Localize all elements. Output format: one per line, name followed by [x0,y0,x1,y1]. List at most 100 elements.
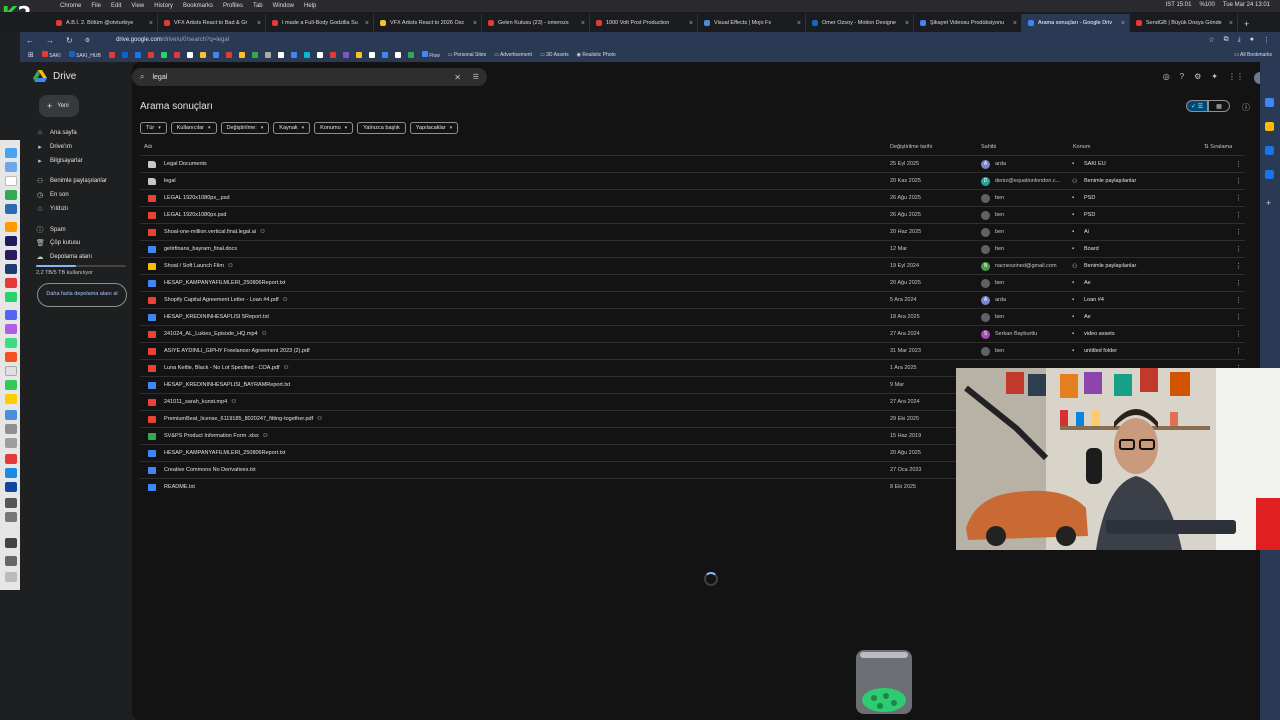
tab-close-icon[interactable]: × [1229,20,1233,27]
browser-tab[interactable]: Gelen Kutusu (23) - omerozs × [482,14,590,32]
browser-tab[interactable]: I made a Full-Body Godzilla Su × [266,14,374,32]
more-actions-icon[interactable]: ⋮ [1235,211,1242,219]
menu-window[interactable]: Window [273,3,294,9]
file-location[interactable]: video assets [1084,331,1115,337]
browser-tab[interactable]: SendGB | Büyük Dosya Gönde × [1130,14,1238,32]
dock-trash-icon[interactable] [5,572,17,582]
get-more-storage-button[interactable]: Daha fazla depolama alanı al [37,283,127,307]
gemini-icon[interactable]: ✦ [1211,72,1218,84]
dock-app-7[interactable] [5,324,17,334]
more-actions-icon[interactable]: ⋮ [1235,330,1242,338]
back-icon[interactable]: ← [26,36,34,45]
download-icon[interactable]: ⤓ [1238,36,1241,44]
dock-app-6[interactable] [5,310,17,320]
sidebar-item-home[interactable]: ⌂ Ana sayfa [36,129,77,136]
dock-app-10[interactable] [5,366,17,376]
dock-app-21[interactable] [5,538,17,548]
sidebar-item-spam[interactable]: ⓘ Spam [36,225,66,235]
reload-icon[interactable]: ↻ [66,36,73,45]
menu-chrome[interactable]: Chrome [60,3,81,9]
file-row[interactable]: Legal Documents 25 Eyl 2025 Aarda ▪ SAKI EU ⋮ [140,155,1245,172]
column-name[interactable]: Adı [144,144,152,150]
dock-app-16[interactable] [5,454,17,464]
drive-logo[interactable]: Drive [33,70,76,82]
more-actions-icon[interactable]: ⋮ [1235,296,1242,304]
filter-chip[interactable]: Değiştirilme: ▾ [220,122,270,134]
browser-tab[interactable]: VFX Artists React to Bad & Gr × [158,14,266,32]
browser-tab[interactable]: Omer Ozsoy - Motion Designe × [806,14,914,32]
menu-help[interactable]: Help [304,3,316,9]
tab-close-icon[interactable]: × [797,20,801,27]
bookmark-flow[interactable]: Flow [421,51,440,59]
tab-close-icon[interactable]: × [473,20,477,27]
browser-tab[interactable]: Visual Effects | Mojo Fx × [698,14,806,32]
grid-view-button[interactable]: ▦ [1208,100,1230,112]
more-actions-icon[interactable]: ⋮ [1235,160,1242,168]
file-row[interactable]: LEGAL 1920x1080px_.psd 26 Ağu 2025 ben ▪ PSD… [140,189,1245,206]
dock-app-15[interactable] [5,438,17,448]
tab-close-icon[interactable]: × [905,20,909,27]
file-row[interactable]: Shopify Capital Agreement Letter - Loan … [140,291,1245,308]
file-location[interactable]: untitled folder [1084,348,1117,354]
dock-app-finder[interactable] [5,148,17,158]
file-row[interactable]: HESAP_KAMPANYAFILMLERI_250806Report.txt 2… [140,274,1245,291]
clear-search-icon[interactable]: ✕ [454,73,461,82]
dock-app-17[interactable] [5,468,17,478]
menu-profiles[interactable]: Profiles [223,3,243,9]
offline-status-icon[interactable]: ◎ [1163,72,1170,84]
dock-app-14[interactable] [5,424,17,434]
bookmark-realistic-photo[interactable]: ◉ Realistic Photo [577,52,616,58]
column-owner[interactable]: Sahibi [981,144,996,150]
browser-tab[interactable]: Arama sonuçları - Google Driv × [1022,14,1130,32]
dock-app-20[interactable] [5,512,17,522]
dock-app-18[interactable] [5,482,17,492]
file-location[interactable]: Ai [1084,229,1089,235]
dock-app-22[interactable] [5,556,17,566]
dock-app-chrome[interactable] [5,190,17,200]
file-row[interactable]: legal 20 Kas 2025 Ddeniz@equationlondon.c.… [140,172,1245,189]
bookmark-star-icon[interactable]: ☆ [1208,36,1214,44]
tab-close-icon[interactable]: × [1013,20,1017,27]
new-tab-button[interactable]: + [1244,19,1249,29]
sidebar-item-trash[interactable]: 🗑 Çöp kutusu [36,239,80,247]
browser-tab[interactable]: Şikayet Videosu Prodüksiyonu × [914,14,1022,32]
sort-button[interactable]: ⇅ Sıralama [1204,144,1232,150]
add-on-plus-icon[interactable]: + [1266,198,1271,208]
sidebar-item-recent[interactable]: ◷ En son [36,191,69,199]
more-actions-icon[interactable]: ⋮ [1235,262,1242,270]
more-actions-icon[interactable]: ⋮ [1235,177,1242,185]
all-bookmarks[interactable]: ▭ All Bookmarks [1234,52,1272,58]
search-options-icon[interactable]: ☰ [473,73,479,81]
tab-close-icon[interactable]: × [1121,20,1125,27]
browser-tab[interactable]: VFX Artists React to 2026 Osc × [374,14,482,32]
filter-chip[interactable]: Yalnızca başlık [357,122,406,134]
bookmark-folder-3d-assets[interactable]: ▭ 3D Assets [540,52,569,58]
dock-app-5[interactable] [5,292,17,302]
dock-app-4[interactable] [5,278,17,288]
filter-chip[interactable]: Kaynak ▾ [273,122,311,134]
file-location[interactable]: Ae [1084,314,1091,320]
tab-close-icon[interactable]: × [689,20,693,27]
dock-app-9[interactable] [5,352,17,362]
site-info-icon[interactable]: ⚙ [85,37,90,44]
chrome-menu-icon[interactable]: ⋮ [1263,36,1270,44]
sidebar-item-shared[interactable]: ⚇ Benimle paylaşılanlar [36,177,107,185]
file-location[interactable]: Benimle paylaşılanlar [1084,263,1136,269]
profile-avatar[interactable]: ● [1250,36,1254,44]
tab-close-icon[interactable]: × [257,20,261,27]
contacts-icon[interactable] [1265,170,1274,179]
new-button[interactable]: + Yeni [39,95,79,117]
file-location[interactable]: SAKI EU [1084,161,1106,167]
menu-tab[interactable]: Tab [253,3,263,9]
browser-tab[interactable]: A.B.İ. 2. Bölüm @otvturkiye × [50,14,158,32]
file-row[interactable]: ASIYE AYDINLI_GIPHY Freelancer Agreement… [140,342,1245,359]
search-bar[interactable]: ⌕ legal ✕ ☰ [132,68,487,86]
more-actions-icon[interactable]: ⋮ [1235,228,1242,236]
more-actions-icon[interactable]: ⋮ [1235,194,1242,202]
dock-app-2[interactable] [5,176,17,186]
bookmark-saki-hub[interactable]: SAKI_HUB [68,51,101,59]
more-actions-icon[interactable]: ⋮ [1235,279,1242,287]
file-location[interactable]: Board [1084,246,1099,252]
bookmark-folder-personal-sites[interactable]: ▭ Personal Sites [448,52,486,58]
filter-chip[interactable]: Kullanıcılar ▾ [170,122,217,134]
